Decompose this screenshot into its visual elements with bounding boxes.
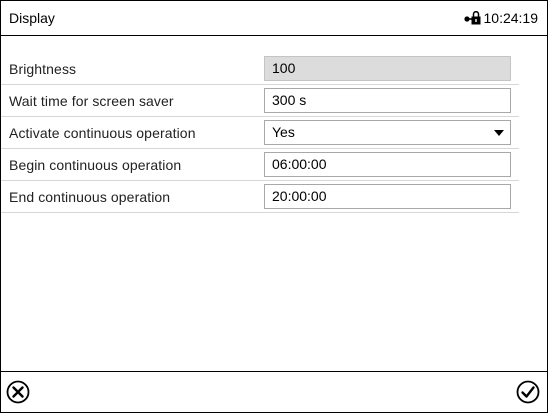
page-title: Display	[9, 10, 55, 26]
setting-row-continuous-operation: Activate continuous operation Yes	[1, 117, 519, 149]
cancel-circle-x-icon	[6, 380, 30, 404]
end-time-input[interactable]: 20:00:00	[264, 184, 511, 209]
setting-label: Wait time for screen saver	[9, 93, 174, 109]
chevron-down-icon[interactable]	[494, 130, 504, 136]
title-bar: Display 10:24:19	[1, 1, 547, 36]
status-area: 10:24:19	[463, 10, 539, 26]
cancel-button[interactable]	[6, 380, 30, 404]
continuous-operation-dropdown[interactable]: Yes	[264, 120, 511, 145]
brightness-value-field: 100	[264, 56, 511, 81]
setting-label: Brightness	[9, 61, 77, 77]
setting-row-brightness: Brightness 100	[1, 53, 519, 85]
clock-time: 10:24:19	[483, 10, 539, 26]
display-settings-screen: Display 10:24:19 Brightness 100 Wait tim…	[0, 0, 548, 413]
setting-label: Activate continuous operation	[9, 125, 196, 141]
setting-label: Begin continuous operation	[9, 157, 182, 173]
dropdown-selected-value: Yes	[272, 124, 295, 140]
screen-saver-wait-input[interactable]: 300 s	[264, 88, 511, 113]
setting-label: End continuous operation	[9, 189, 171, 205]
confirm-button[interactable]	[516, 380, 540, 404]
setting-row-begin-continuous: Begin continuous operation 06:00:00	[1, 149, 519, 181]
confirm-circle-check-icon	[516, 380, 540, 404]
lock-icon	[463, 10, 481, 25]
begin-time-input[interactable]: 06:00:00	[264, 152, 511, 177]
footer-bar	[1, 371, 547, 412]
setting-row-screen-saver-wait: Wait time for screen saver 300 s	[1, 85, 519, 117]
setting-row-end-continuous: End continuous operation 20:00:00	[1, 181, 519, 213]
